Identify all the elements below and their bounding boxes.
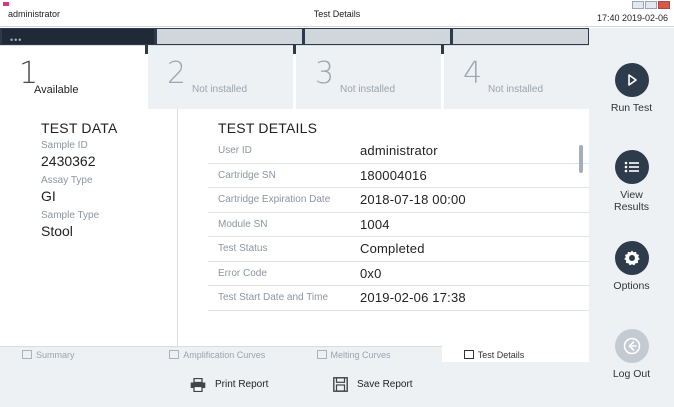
report-actions: Print Report Save Report: [0, 362, 589, 407]
print-report-button[interactable]: Print Report: [190, 362, 268, 407]
play-icon: [614, 63, 649, 97]
module-3[interactable]: 3 Not installed: [296, 45, 441, 109]
list-icon: [614, 150, 649, 184]
save-icon: [333, 377, 348, 392]
module-3-bar: [305, 29, 450, 44]
more-icon: •••: [10, 35, 23, 45]
sample-type-label: Sample Type: [41, 210, 100, 221]
detail-row: Test Start Date and Time 2019-02-06 17:3…: [208, 286, 600, 311]
detail-row: Error Code 0x0: [208, 262, 600, 286]
log-out-label: Log Out: [612, 368, 651, 380]
view-results-button[interactable]: View Results: [589, 150, 674, 213]
module-status: Not installed: [488, 84, 544, 95]
printer-icon: [190, 377, 206, 392]
tab-label: Summary: [36, 349, 75, 360]
window-controls: [632, 1, 670, 9]
save-report-label: Save Report: [357, 379, 413, 390]
window-title: Test Details: [313, 9, 361, 19]
module-2[interactable]: 2 Not installed: [148, 45, 293, 109]
module-status: Not installed: [340, 84, 396, 95]
app-logo: [3, 2, 9, 6]
sample-id-value: 2430362: [41, 153, 96, 169]
detail-row: Cartridge SN 180004016: [208, 164, 600, 188]
detail-value: 180004016: [360, 167, 427, 183]
module-4[interactable]: 4 Not installed: [444, 45, 589, 109]
detail-row: Cartridge Expiration Date 2018-07-18 00:…: [208, 188, 600, 213]
module-tiles: 1 Available 2 Not installed 3 Not instal…: [0, 45, 589, 109]
module-1[interactable]: 1 Available: [0, 45, 145, 109]
detail-label: Test Start Date and Time: [218, 292, 329, 304]
module-number: 4: [463, 56, 483, 91]
options-button[interactable]: Options: [589, 241, 674, 292]
document-icon: [463, 350, 474, 359]
module-2-bar: [157, 29, 302, 44]
detail-label: User ID: [218, 145, 252, 157]
module-status: Available: [34, 84, 79, 96]
sample-id-label: Sample ID: [41, 140, 88, 151]
test-details-panel: TEST DETAILS User ID administrator Cartr…: [178, 109, 600, 346]
detail-row: User ID administrator: [208, 139, 600, 164]
save-report-button[interactable]: Save Report: [333, 362, 413, 407]
summary-icon: [22, 350, 32, 359]
tab-amplification-curves[interactable]: Amplification Curves: [147, 346, 295, 362]
log-out-icon: [614, 329, 649, 363]
detail-value: Completed: [360, 241, 425, 257]
module-number: 3: [315, 56, 335, 91]
detail-label: Error Code: [218, 267, 267, 279]
test-details-list: User ID administrator Cartridge SN 18000…: [208, 139, 600, 311]
detail-label: Cartridge Expiration Date: [218, 194, 331, 206]
run-test-button[interactable]: Run Test: [589, 63, 674, 114]
test-details-title: TEST DETAILS: [218, 120, 318, 136]
test-data-title: TEST DATA: [41, 120, 118, 136]
log-out-button[interactable]: Log Out: [589, 329, 674, 380]
tab-label: Amplification Curves: [183, 349, 266, 360]
tab-summary[interactable]: Summary: [0, 346, 148, 362]
melting-curve-icon: [316, 350, 327, 359]
view-results-label: View Results: [613, 189, 649, 213]
tab-melting-curves[interactable]: Melting Curves: [294, 346, 442, 362]
title-bar: administrator Test Details 17:40 2019-02…: [0, 0, 674, 27]
main-panel: TEST DATA Sample ID 2430362 Assay Type G…: [0, 109, 600, 346]
test-data-panel: TEST DATA Sample ID 2430362 Assay Type G…: [0, 109, 178, 346]
detail-label: Module SN: [218, 218, 268, 230]
detail-value: 1004: [360, 216, 390, 232]
amplification-curve-icon: [169, 350, 180, 359]
detail-label: Cartridge SN: [218, 169, 276, 181]
minimize-button[interactable]: [632, 1, 644, 9]
gear-icon: [614, 241, 649, 275]
details-scrollbar[interactable]: [579, 145, 583, 173]
module-4-bar: [453, 29, 588, 44]
datetime: 17:40 2019-02-06: [596, 13, 668, 23]
detail-value: 0x0: [360, 265, 382, 281]
module-status: Not installed: [192, 84, 248, 95]
assay-type-label: Assay Type: [41, 175, 93, 186]
detail-value: 2018-07-18 00:00: [360, 192, 466, 208]
close-button[interactable]: [658, 1, 670, 9]
result-tabs: Summary Amplification Curves Melting Cur…: [0, 346, 589, 362]
module-1-bar: [2, 29, 154, 44]
run-test-label: Run Test: [610, 102, 653, 114]
detail-value: administrator: [360, 143, 438, 159]
detail-value: 2019-02-06 17:38: [360, 290, 466, 306]
options-label: Options: [613, 280, 650, 292]
module-number: 2: [167, 56, 187, 91]
assay-type-value: GI: [41, 188, 56, 204]
detail-row: Test Status Completed: [208, 237, 600, 262]
tab-label: Test Details: [477, 349, 525, 360]
detail-label: Test Status: [218, 243, 268, 255]
sample-type-value: Stool: [41, 223, 73, 239]
tab-label: Melting Curves: [330, 349, 391, 360]
sidebar: Run Test View Results Options Log Out: [589, 28, 674, 407]
print-report-label: Print Report: [215, 379, 269, 390]
maximize-button[interactable]: [645, 1, 657, 9]
detail-row: Module SN 1004: [208, 213, 600, 237]
tab-test-details[interactable]: Test Details: [441, 346, 589, 362]
